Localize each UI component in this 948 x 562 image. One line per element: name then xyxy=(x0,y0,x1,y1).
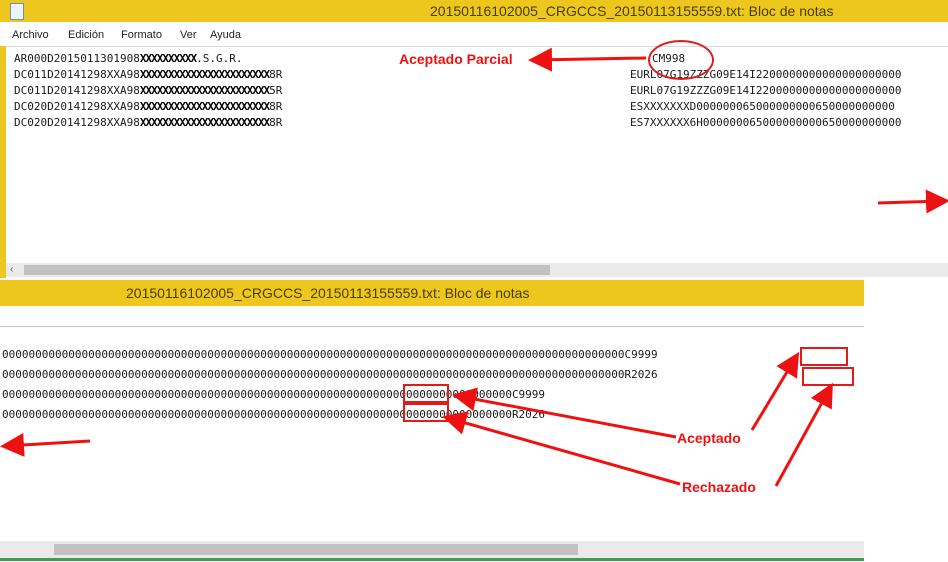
top-menu-bar: Archivo Edición Formato Ver Ayuda xyxy=(0,24,948,47)
top-text-line: DC011D20141298XXA98XXXXXXXXXXXXXXXXXXXXX… xyxy=(14,68,283,81)
rechazado-label: Rechazado xyxy=(682,479,756,495)
menu-formato[interactable]: Formato xyxy=(121,29,162,41)
top-text-line: AR000D2015011301908XXXXXXXXXX.S.G.R. xyxy=(14,52,243,65)
bottom-text-line: 0000000000000000000000000000000000000000… xyxy=(2,368,658,381)
top-horizontal-scrollbar[interactable]: ‹ xyxy=(6,263,948,277)
c9999-highlight-box-2 xyxy=(403,384,449,403)
menu-ayuda[interactable]: Ayuda xyxy=(210,29,241,41)
aceptado-label: Aceptado xyxy=(677,430,741,446)
top-window-title: 20150116102005_CRGCCS_20150113155559.txt… xyxy=(430,3,834,19)
bottom-horizontal-scrollbar[interactable] xyxy=(0,541,864,558)
scroll-left-arrow-icon[interactable]: ‹ xyxy=(10,264,13,275)
top-right-line: ESXXXXXXXD000000065000000000650000000000 xyxy=(630,100,895,113)
bottom-title-bar[interactable]: 20150116102005_CRGCCS_20150113155559.txt… xyxy=(0,280,864,306)
top-text-line: DC011D20141298XXA98XXXXXXXXXXXXXXXXXXXXX… xyxy=(14,84,283,97)
top-notepad-window: 20150116102005_CRGCCS_20150113155559.txt… xyxy=(0,0,948,278)
r2026-highlight-box-2 xyxy=(403,403,449,422)
top-text-line: DC020D20141298XXA98XXXXXXXXXXXXXXXXXXXXX… xyxy=(14,100,283,113)
cm998-highlight-oval xyxy=(648,40,714,80)
top-right-line: ES7XXXXXX6H00000006500000000065000000000… xyxy=(630,116,902,129)
top-scrollbar-thumb[interactable] xyxy=(24,265,550,275)
bottom-scrollbar-thumb[interactable] xyxy=(54,544,578,555)
top-title-bar[interactable]: 20150116102005_CRGCCS_20150113155559.txt… xyxy=(0,0,948,22)
aceptado-parcial-label: Aceptado Parcial xyxy=(399,51,513,67)
bottom-menu-bar-empty xyxy=(0,306,864,327)
r2026-highlight-box-1 xyxy=(802,367,854,386)
top-text-area[interactable]: AR000D2015011301908XXXXXXXXXX.S.G.R. DC0… xyxy=(6,47,948,263)
bottom-window-bottom-border xyxy=(0,558,864,561)
bottom-text-line: 0000000000000000000000000000000000000000… xyxy=(2,388,546,401)
top-text-line: DC020D20141298XXA98XXXXXXXXXXXXXXXXXXXXX… xyxy=(14,116,283,129)
menu-archivo[interactable]: Archivo xyxy=(12,29,49,41)
menu-edicion[interactable]: Edición xyxy=(68,29,104,41)
notepad-app-icon[interactable] xyxy=(10,3,24,20)
bottom-text-line: 0000000000000000000000000000000000000000… xyxy=(2,408,546,421)
bottom-window-title: 20150116102005_CRGCCS_20150113155559.txt… xyxy=(126,285,530,301)
menu-ver[interactable]: Ver xyxy=(180,29,197,41)
c9999-highlight-box-1 xyxy=(800,347,848,366)
top-right-line: EURL07G19ZZZG09E14I220000000000000000000… xyxy=(630,84,902,97)
bottom-text-line: 0000000000000000000000000000000000000000… xyxy=(2,348,658,361)
